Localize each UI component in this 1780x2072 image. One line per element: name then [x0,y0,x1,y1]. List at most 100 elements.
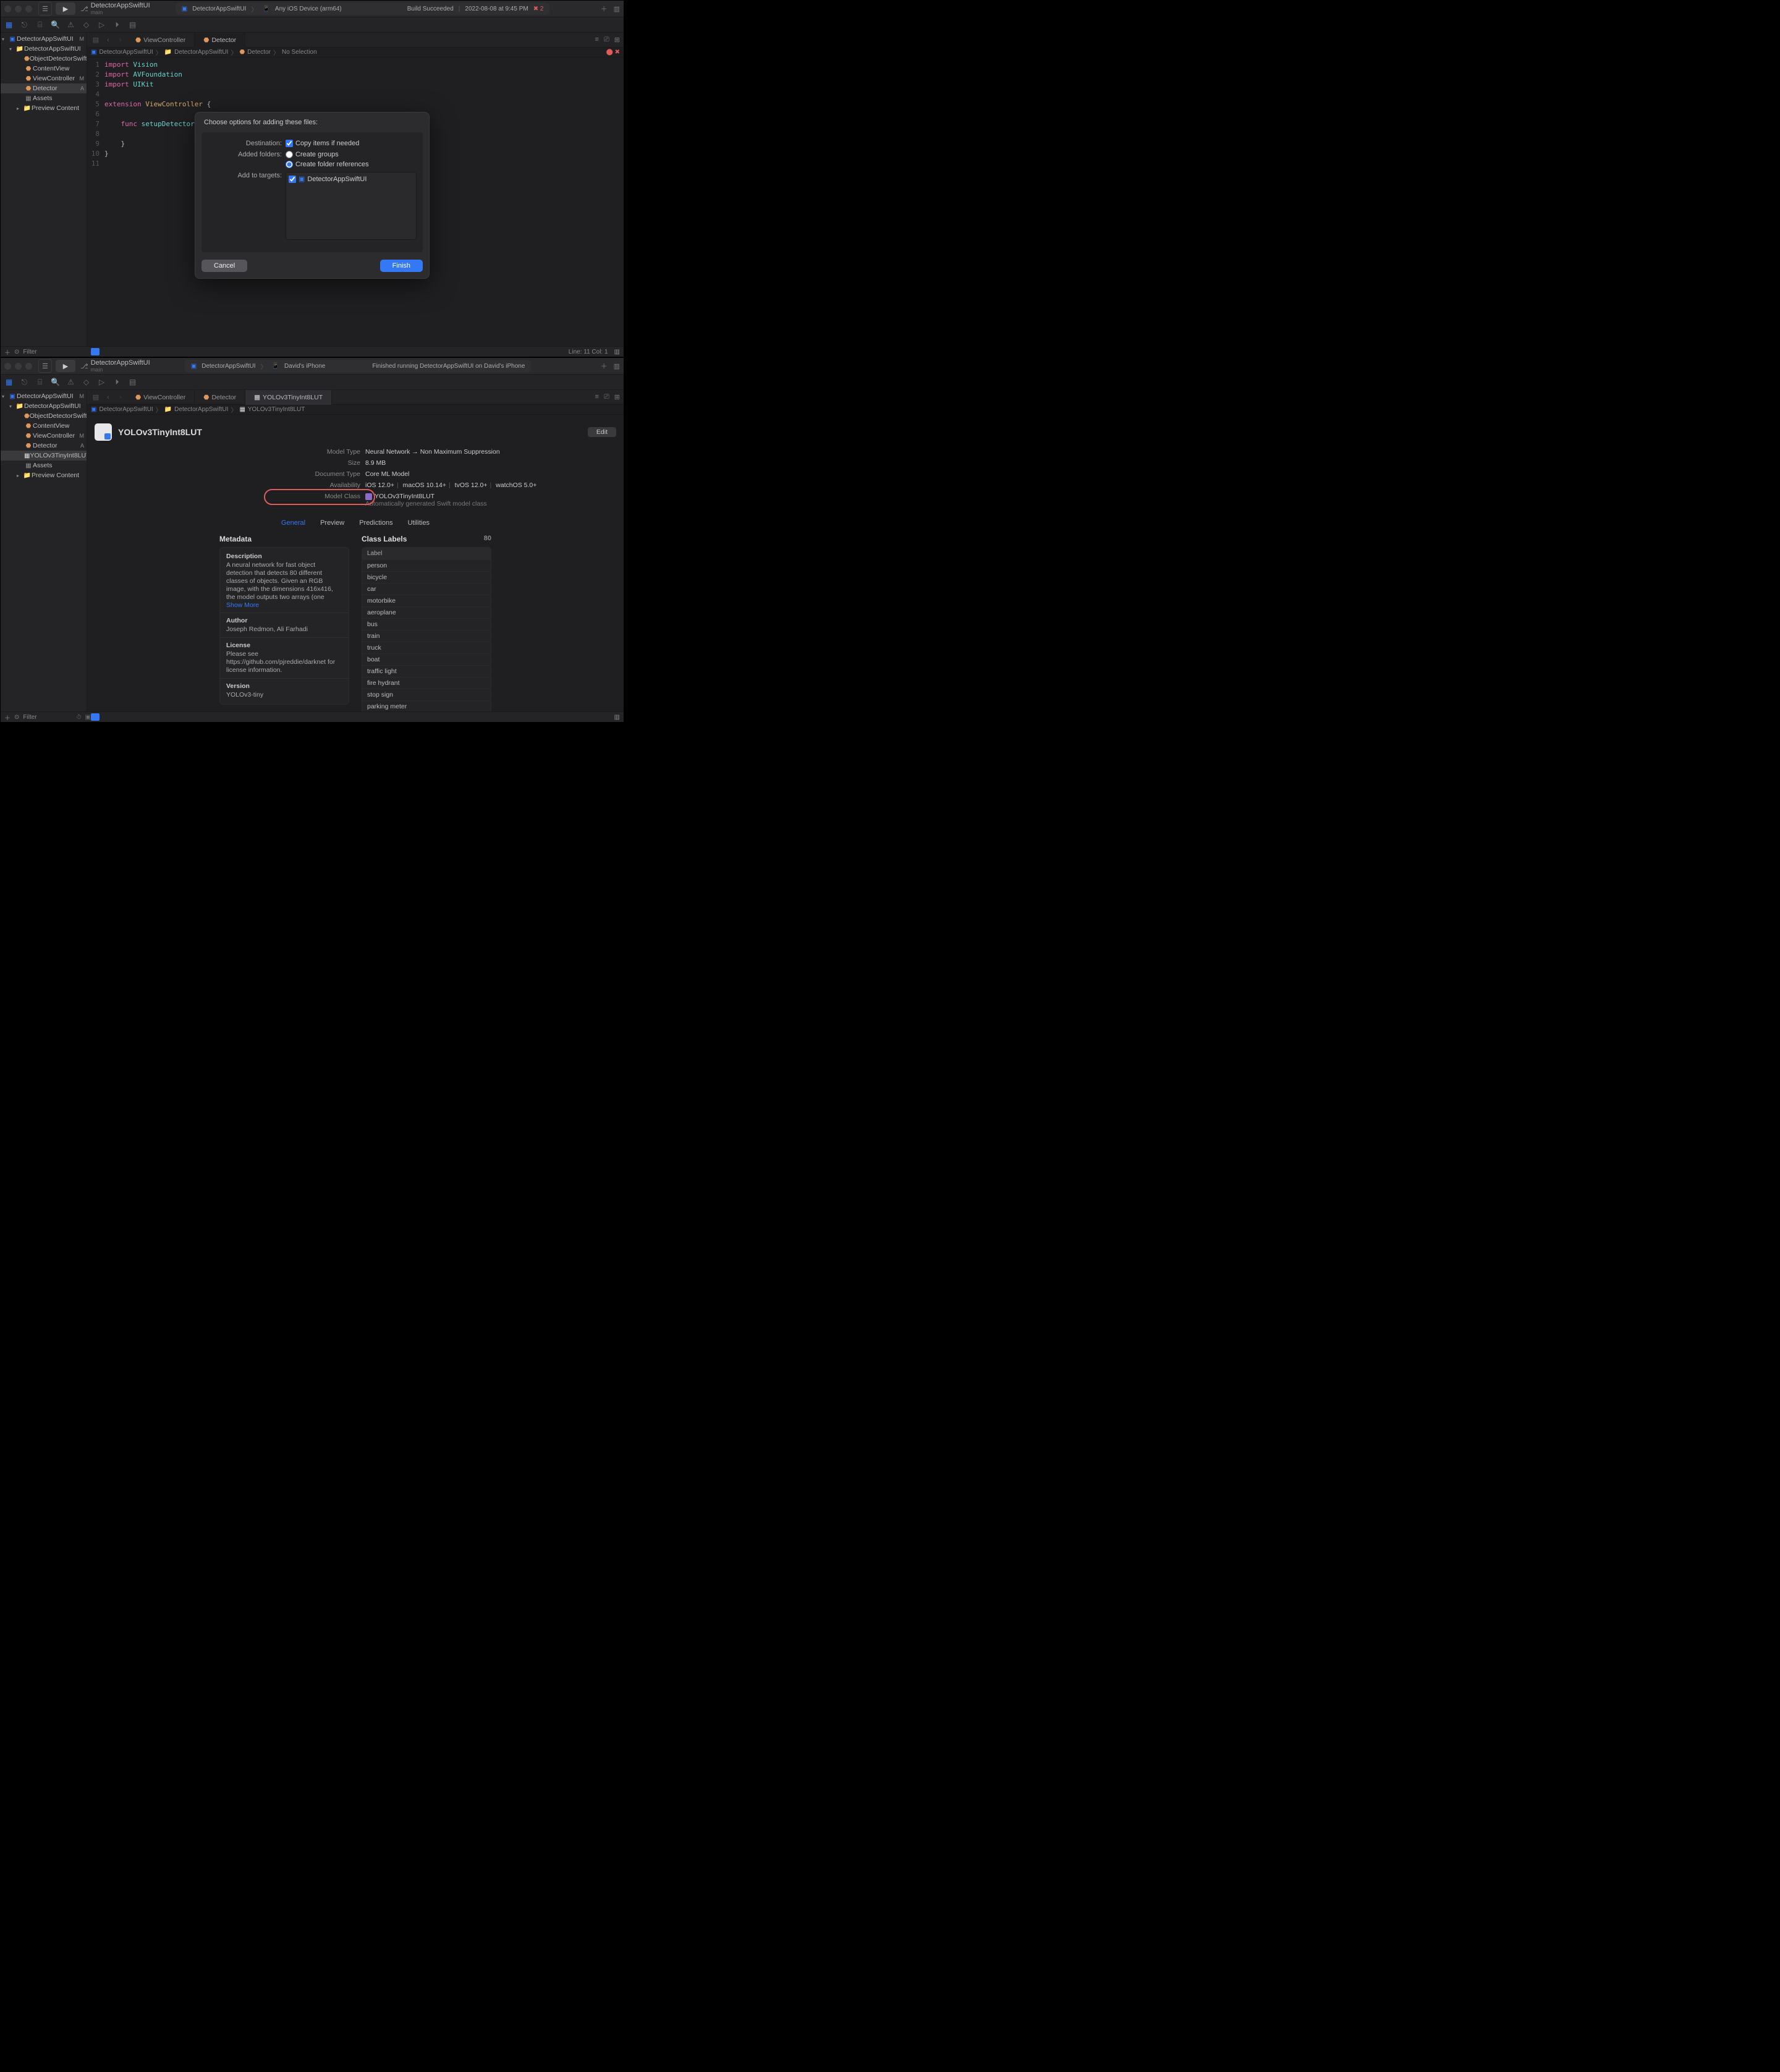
create-folder-refs-radio[interactable]: Create folder references [286,161,417,168]
sidebar-toggle-icon[interactable]: ☰ [38,359,52,373]
disclosure-icon[interactable]: ▾ [2,394,8,399]
tab-detector[interactable]: ⬣ Detector [195,390,245,405]
editor-adjust-icon[interactable]: ⎚ [604,393,609,401]
zoom-dot[interactable] [25,363,32,370]
target-checkbox[interactable] [289,176,296,183]
spec-value-class[interactable]: YOLOv3TinyInt8LUT Automatically generate… [365,493,624,507]
class-label-row[interactable]: truck [362,642,491,653]
nav-file[interactable]: ⬣ Detector A [1,441,87,451]
class-label-row[interactable]: aeroplane [362,606,491,618]
jump-segment[interactable]: YOLOv3TinyInt8LUT [248,406,305,413]
target-row[interactable]: ▣ DetectorAppSwiftUI [289,175,413,183]
seg-utilities[interactable]: Utilities [400,517,437,529]
tab-viewcontroller[interactable]: ⬣ ViewController [127,390,195,405]
class-label-row[interactable]: motorbike [362,595,491,606]
project-nav-icon[interactable]: ▦ [4,378,14,386]
debug-nav-icon[interactable]: ▷ [97,378,106,386]
create-folder-refs-input[interactable] [286,161,293,168]
nav-file-selected[interactable]: ▦ YOLOv3TinyInt8LUT A [1,451,87,461]
tab-label: YOLOv3TinyInt8LUT [263,394,323,401]
copy-items-checkbox[interactable]: Copy items if needed [286,140,417,147]
disclosure-icon[interactable]: ▾ [9,404,15,409]
nav-folder[interactable]: ▸ 📁 Preview Content [1,470,87,480]
editor-canvas-icon[interactable]: ≡ [595,393,599,401]
spec-class-subtitle: Automatically generated Swift model clas… [365,500,487,507]
class-label-row[interactable]: boat [362,653,491,665]
class-label-row[interactable]: person [362,559,491,571]
jump-segment[interactable]: DetectorAppSwiftUI [174,406,228,413]
forward-icon[interactable]: › [114,394,127,401]
cancel-button[interactable]: Cancel [201,260,247,272]
source-control-nav-icon[interactable]: ⎋ [20,378,29,387]
nav-file[interactable]: ⬣ ContentView [1,421,87,431]
editor-add-icon[interactable]: ⊞ [614,393,620,401]
targets-list[interactable]: ▣ DetectorAppSwiftUI [286,172,417,240]
breakpoint-nav-icon[interactable]: ⏵ [112,378,122,387]
add-filter-icon[interactable]: ＋ [4,713,11,722]
mlmodel-icon: ▦ [24,452,30,459]
class-label-row[interactable]: traffic light [362,665,491,677]
nav-label: DetectorAppSwiftUI [24,402,81,410]
class-label-row[interactable]: parking meter [362,700,491,711]
project-navigator[interactable]: ▾ ▣ DetectorAppSwiftUI M ▾ 📁 DetectorApp… [1,390,87,711]
scheme-branch: main [91,367,150,373]
tab-label: Detector [211,394,236,401]
close-dot[interactable] [4,363,11,370]
console-toggle-icon[interactable] [91,713,100,721]
minimize-dot[interactable] [15,363,22,370]
class-label-row[interactable]: fire hydrant [362,677,491,689]
find-nav-icon[interactable]: 🔍 [51,378,60,386]
tab-model[interactable]: ▦ YOLOv3TinyInt8LUT [245,390,332,405]
disclosure-icon[interactable]: ▸ [17,473,23,478]
meta-version-text: YOLOv3-tiny [226,691,342,699]
spec-value-doctype: Core ML Model [365,470,624,478]
meta-description-text: A neural network for fast object detecti… [226,561,342,601]
seg-predictions[interactable]: Predictions [352,517,400,529]
edit-button[interactable]: Edit [588,427,616,437]
class-labels-table[interactable]: Label personbicyclecarmotorbikeaeroplane… [362,547,491,711]
run-button[interactable]: ▶ [56,360,75,372]
jump-segment[interactable]: DetectorAppSwiftUI [99,406,153,413]
nav-file[interactable]: ⬣ ObjectDetectorSwiftUIApp [1,411,87,421]
class-label-row[interactable]: bus [362,618,491,630]
create-groups-radio[interactable]: Create groups [286,151,417,158]
editor-area: ▤ ‹ › ⬣ ViewController ⬣ Detector ▦ YOLO… [87,390,624,711]
finish-button[interactable]: Finish [380,260,423,272]
panel-toggle-icon[interactable]: ▥ [614,714,620,721]
nav-file[interactable]: ▦ Assets [1,461,87,470]
report-nav-icon[interactable]: ▤ [128,378,137,386]
nav-folder[interactable]: ▾ 📁 DetectorAppSwiftUI [1,401,87,411]
tab-list-icon[interactable]: ▤ [90,393,102,401]
add-targets-label: Add to targets: [208,172,282,240]
filter-scope-icon[interactable]: ⊙ [14,714,19,721]
class-label-row[interactable]: bicycle [362,571,491,583]
status-pill[interactable]: ▣ DetectorAppSwiftUI 〉 📱 David's iPhone … [185,360,532,372]
create-groups-input[interactable] [286,151,293,158]
symbol-nav-icon[interactable]: ⌸ [35,378,44,387]
scm-badge: M [80,433,85,439]
jump-bar[interactable]: ▣ DetectorAppSwiftUI〉 📁 DetectorAppSwift… [87,405,624,415]
show-more-link[interactable]: Show More [226,601,342,609]
model-editor[interactable]: YOLOv3TinyInt8LUT Edit Model Type Neural… [87,415,624,711]
seg-preview[interactable]: Preview [313,517,352,529]
checkbox-label: Copy items if needed [295,140,359,147]
back-icon[interactable]: ‹ [102,394,114,401]
plus-icon[interactable]: ＋ [601,361,608,371]
scm-filter-icon[interactable]: ▣ [85,714,91,721]
test-nav-icon[interactable]: ◇ [82,378,91,386]
nav-root[interactable]: ▾ ▣ DetectorAppSwiftUI M [1,391,87,401]
issue-nav-icon[interactable]: ⚠ [66,378,75,386]
spec-value-size: 8.9 MB [365,459,624,467]
recent-filter-icon[interactable]: ⏱ [77,714,82,721]
nav-label: Detector [33,442,57,449]
class-label-row[interactable]: train [362,630,491,642]
radio-label: Create folder references [295,161,369,168]
nav-file[interactable]: ⬣ ViewController M [1,431,87,441]
scheme-selector[interactable]: ⎇ DetectorAppSwiftUI main [80,359,150,373]
copy-items-input[interactable] [286,140,293,147]
filter-field[interactable]: Filter [23,714,36,721]
class-label-row[interactable]: stop sign [362,689,491,700]
library-toggle-icon[interactable]: ▥ [614,362,620,370]
class-label-row[interactable]: car [362,583,491,595]
seg-general[interactable]: General [274,517,313,529]
